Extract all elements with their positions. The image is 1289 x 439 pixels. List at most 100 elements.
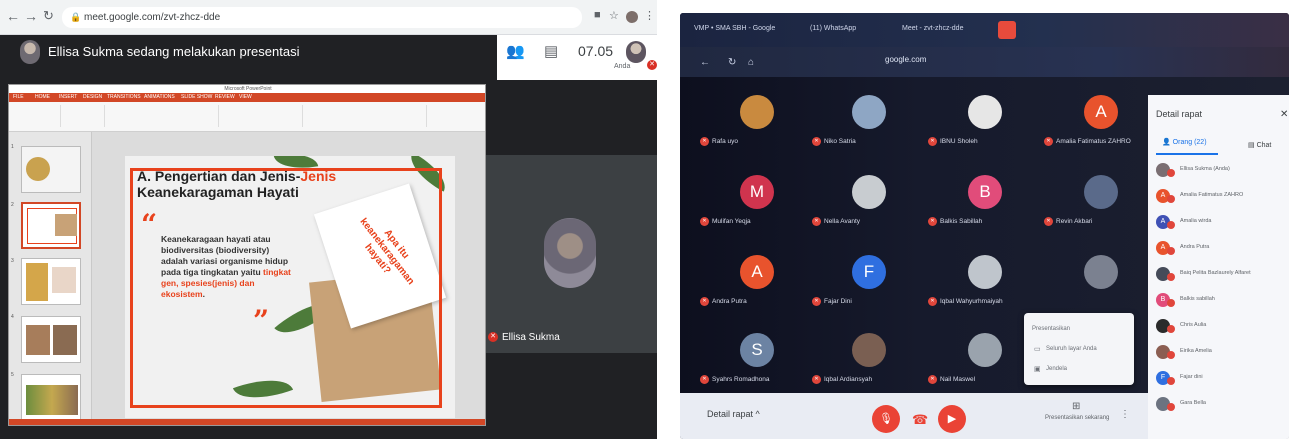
ppt-tab[interactable]: INSERT [59, 94, 77, 100]
ppt-tab[interactable]: SLIDE SHOW [181, 94, 212, 100]
star-icon[interactable]: ☆ [609, 9, 619, 22]
title-part: Jenis [300, 168, 337, 184]
browser-tab[interactable]: (11) WhatsApp [810, 25, 856, 32]
home-icon[interactable]: ⌂ [748, 57, 754, 68]
people-list-item[interactable]: B Balkis sabillah [1156, 293, 1286, 309]
people-list-item[interactable]: F Fajar dini [1156, 371, 1286, 387]
ppt-tab[interactable]: ANIMATIONS [144, 94, 175, 100]
person-name: Balkis sabillah [1180, 296, 1215, 302]
ppt-tab[interactable]: VIEW [239, 94, 252, 100]
mic-off-icon [1167, 169, 1175, 177]
participant-avatar: A [740, 255, 774, 289]
present-menu-title: Presentasikan [1032, 326, 1071, 332]
mic-off-icon: ✕ [928, 297, 937, 306]
mic-off-icon: ✕ [488, 332, 498, 342]
people-list-item[interactable]: A Amalia wirda [1156, 215, 1286, 231]
url-text[interactable]: google.com [885, 55, 926, 64]
person-name: Fajar dini [1180, 374, 1203, 380]
people-list-item[interactable]: A Andra Putra [1156, 241, 1286, 257]
chat-icon[interactable]: ▤ [544, 42, 558, 60]
people-list-item[interactable]: Chris Aulia [1156, 319, 1286, 335]
slides-group[interactable] [65, 105, 105, 127]
participant-name: Balkis Sabillah [940, 218, 983, 225]
person-name: Chris Aulia [1180, 322, 1207, 328]
present-now-button[interactable]: Presentasikan sekarang [1045, 415, 1109, 421]
present-option[interactable]: Seluruh layar Anda [1046, 346, 1097, 352]
ppt-tab[interactable]: REVIEW [215, 94, 235, 100]
menu-icon[interactable]: ⋮ [644, 9, 655, 22]
details-label: Detail rapat [707, 409, 754, 419]
mic-off-icon [1167, 221, 1175, 229]
slide-body: Keanekaragaan hayati atau biodiversitas … [161, 234, 296, 300]
tab-chat[interactable]: ▤ Chat [1248, 141, 1271, 149]
clipboard-group[interactable] [11, 105, 61, 127]
participant-avatar: M [740, 175, 774, 209]
back-icon[interactable]: ← [700, 57, 710, 68]
slide-thumb[interactable] [21, 374, 81, 421]
chat-tab-label: Chat [1256, 142, 1272, 149]
present-option[interactable]: Jendela [1046, 366, 1067, 372]
tab-people[interactable]: 👤 Orang (22) [1162, 138, 1207, 146]
slide-title: A. Pengertian dan Jenis-Jenis Keanekaraga… [137, 168, 337, 200]
ppt-tab[interactable]: TRANSITIONS [107, 94, 141, 100]
forward-icon[interactable]: → [24, 8, 38, 24]
camera-off-icon[interactable]: ▶ [938, 405, 966, 433]
back-icon[interactable]: ← [6, 8, 20, 24]
mic-off-icon [1167, 195, 1175, 203]
mic-off-icon [1167, 403, 1175, 411]
person-name: Ellisa Sukma (Anda) [1180, 166, 1230, 172]
reload-icon[interactable]: ↻ [43, 8, 54, 24]
paragraph-group[interactable] [223, 105, 303, 127]
browser-tab[interactable]: Meet - zvt-zhcz-dde [902, 25, 963, 32]
mic-off-icon: ✕ [928, 375, 937, 384]
mic-off-icon[interactable]: 🎙 [872, 405, 900, 433]
close-icon[interactable]: ✕ [1280, 109, 1288, 120]
meet-grid-photo: VMP • SMA SBH - Google (11) WhatsApp Mee… [680, 13, 1289, 439]
participant-avatar [968, 333, 1002, 367]
body-text: . [202, 289, 205, 299]
address-bar[interactable]: 🔒 meet.google.com/zvt-zhcz-dde [62, 7, 582, 28]
participant-avatar [852, 333, 886, 367]
people-list-item[interactable]: Gara Bella [1156, 397, 1286, 413]
profile-icon[interactable] [626, 11, 638, 23]
font-group[interactable] [109, 105, 219, 127]
active-tab-indicator [1156, 153, 1218, 155]
hangup-icon[interactable]: ☎ [912, 412, 928, 428]
screenshot-root: ← → ↻ 🔒 meet.google.com/zvt-zhcz-dde ■ ☆… [0, 0, 1289, 439]
reload-icon[interactable]: ↻ [728, 57, 736, 68]
mic-off-icon: ✕ [928, 137, 937, 146]
people-icon[interactable]: 👥 [506, 42, 525, 60]
ppt-tab[interactable]: FILE [13, 94, 24, 100]
ppt-tab[interactable]: HOME [35, 94, 50, 100]
person-name: Baiq Pelita Bazlaurely Alfaret [1180, 270, 1251, 276]
browser-tab[interactable]: VMP • SMA SBH - Google [694, 25, 775, 32]
self-avatar[interactable] [626, 41, 646, 63]
participant-name: Iqbal Wahyurhmaiyah [940, 298, 1003, 305]
people-list-item[interactable]: A Amalia Fatimatus ZAHRO [1156, 189, 1286, 205]
editing-group[interactable] [431, 105, 481, 127]
mic-off-icon: ✕ [647, 60, 657, 70]
people-list-item[interactable]: Ellisa Sukma (Anda) [1156, 163, 1286, 179]
more-options-icon[interactable]: ⋮ [1120, 409, 1130, 420]
people-list-item[interactable]: Eirika Amelia [1156, 345, 1286, 361]
slide-thumb[interactable] [21, 316, 81, 363]
participant-avatar: A [1084, 95, 1118, 129]
participant-avatar: S [740, 333, 774, 367]
slide-number: 3 [11, 258, 14, 264]
slide-thumb[interactable] [21, 258, 81, 305]
meeting-details-button[interactable]: Detail rapat ^ [707, 409, 760, 419]
mic-off-icon: ✕ [1044, 137, 1053, 146]
ppt-status-bar [9, 419, 485, 425]
ppt-tab[interactable]: DESIGN [83, 94, 102, 100]
powerpoint-window: Microsoft PowerPoint FILE HOME INSERT DE… [8, 84, 486, 426]
drawing-group[interactable] [307, 105, 427, 127]
current-slide[interactable]: Apa itu keanekaragaman hayati? A. Penger… [125, 156, 455, 418]
slide-thumb[interactable] [21, 146, 81, 193]
mic-off-icon: ✕ [812, 297, 821, 306]
people-list-item[interactable]: Baiq Pelita Bazlaurely Alfaret [1156, 267, 1286, 283]
mic-off-icon: ✕ [1044, 217, 1053, 226]
participant-name: IBNU Sholeh [940, 138, 978, 145]
slide-thumb[interactable] [21, 202, 81, 249]
camera-icon[interactable]: ■ [594, 9, 601, 21]
mic-off-icon [1167, 325, 1175, 333]
